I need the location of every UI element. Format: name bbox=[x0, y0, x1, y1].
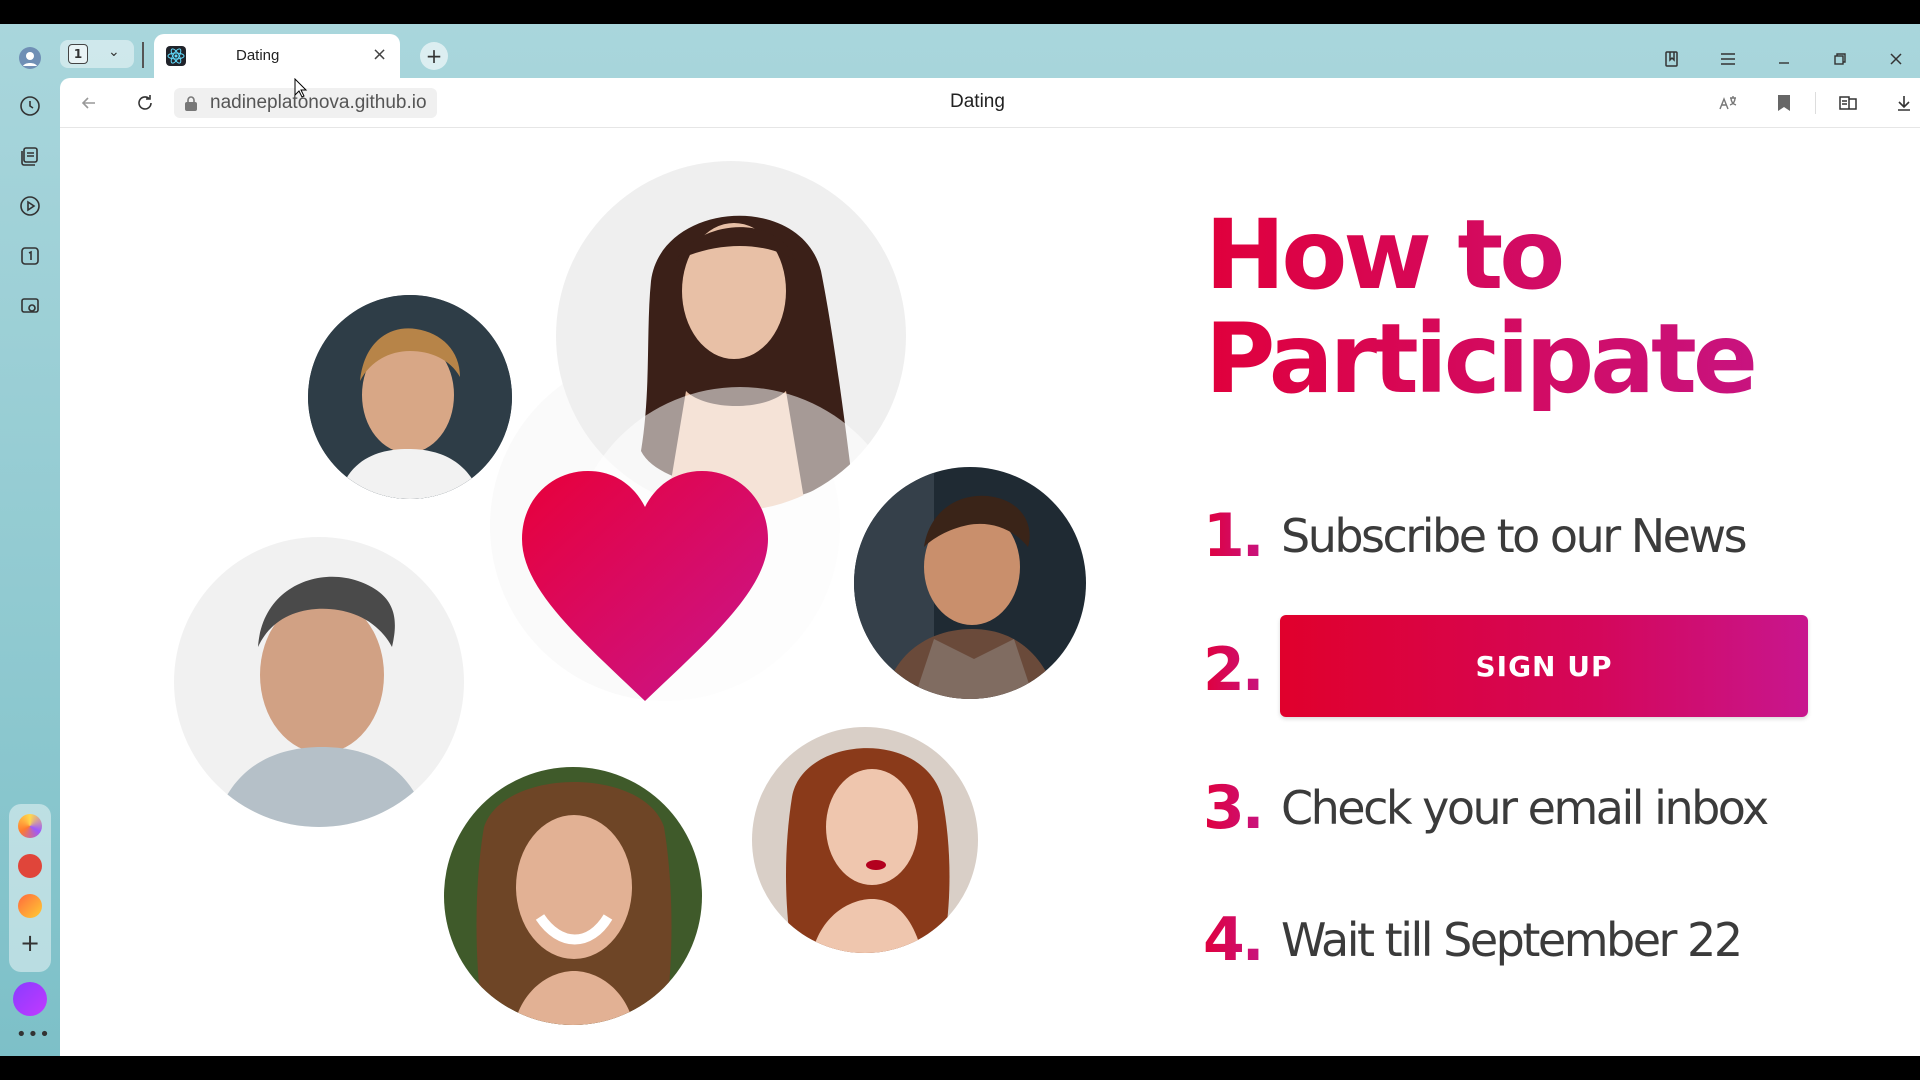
step-number: 2. bbox=[1203, 635, 1265, 705]
tab-one-icon[interactable] bbox=[14, 240, 46, 272]
close-window-icon[interactable] bbox=[1876, 44, 1916, 74]
mail-app-icon[interactable] bbox=[18, 894, 42, 918]
toolbar-divider bbox=[1815, 92, 1816, 114]
tab-group-button[interactable]: 1 ⌄ bbox=[60, 40, 134, 68]
react-favicon-icon bbox=[166, 46, 186, 66]
tab-divider bbox=[142, 42, 144, 68]
mouse-cursor-icon bbox=[294, 78, 308, 98]
step-number: 3. bbox=[1203, 773, 1265, 843]
profile-photo-woman-3 bbox=[752, 727, 978, 953]
headline-line-2: Participate bbox=[1205, 303, 1755, 415]
screenshot-icon[interactable] bbox=[14, 290, 46, 322]
profile-photo-woman-2 bbox=[444, 767, 702, 1025]
bookmark-icon[interactable] bbox=[1769, 88, 1799, 118]
more-icon[interactable]: ••• bbox=[16, 1024, 51, 1045]
headline: How to Participate bbox=[1205, 203, 1754, 411]
alice-assistant-icon[interactable] bbox=[13, 982, 47, 1016]
reload-icon[interactable] bbox=[130, 88, 160, 118]
step-number: 1. bbox=[1203, 501, 1265, 571]
tab-count-badge: 1 bbox=[68, 44, 88, 64]
step-text: Check your email inbox bbox=[1281, 781, 1769, 835]
page-content: How to Participate 1. Subscribe to our N… bbox=[60, 129, 1920, 1056]
collections-icon[interactable] bbox=[14, 140, 46, 172]
translate-icon[interactable] bbox=[1713, 88, 1743, 118]
page-title: Dating bbox=[950, 91, 1005, 112]
step-text: Subscribe to our News bbox=[1281, 509, 1748, 563]
address-bar: nadineplatonova.github.io Dating bbox=[60, 78, 1920, 128]
minimize-icon[interactable] bbox=[1764, 44, 1804, 74]
heart-icon bbox=[522, 471, 768, 701]
close-tab-icon[interactable]: × bbox=[372, 44, 387, 65]
new-tab-button[interactable]: + bbox=[420, 42, 448, 70]
history-icon[interactable] bbox=[14, 90, 46, 122]
back-arrow-icon[interactable] bbox=[74, 88, 104, 118]
bookmarks-panel-icon[interactable] bbox=[1652, 44, 1692, 74]
menu-icon[interactable] bbox=[1708, 44, 1748, 74]
download-icon[interactable] bbox=[1889, 88, 1919, 118]
screen-bottom-border bbox=[0, 1056, 1920, 1080]
step-number: 4. bbox=[1203, 905, 1265, 975]
sign-up-button[interactable]: SIGN UP bbox=[1280, 615, 1808, 717]
sidebar-apps-panel: + bbox=[9, 804, 51, 972]
add-app-icon[interactable]: + bbox=[19, 931, 41, 955]
profile-photo-man-2 bbox=[854, 467, 1086, 699]
profile-avatar-icon[interactable] bbox=[14, 42, 46, 74]
reader-icon[interactable] bbox=[1833, 88, 1863, 118]
lock-icon bbox=[185, 96, 197, 111]
translate-app-icon[interactable] bbox=[18, 854, 42, 878]
browser-sidebar: + ••• bbox=[0, 24, 60, 1056]
profile-photo-man-1 bbox=[308, 295, 512, 499]
headline-line-1: How to bbox=[1205, 199, 1562, 311]
tab-dating[interactable]: Dating × bbox=[154, 34, 400, 78]
step-text: Wait till September 22 bbox=[1281, 913, 1743, 967]
url-text: nadineplatonova.github.io bbox=[210, 92, 427, 113]
screen: + ••• 1 ⌄ Dating × + nadineplatonova.git… bbox=[0, 0, 1920, 1080]
chevron-down-icon: ⌄ bbox=[108, 44, 120, 60]
restore-icon[interactable] bbox=[1820, 44, 1860, 74]
browser-window: nadineplatonova.github.io Dating How to … bbox=[60, 78, 1920, 1056]
screen-top-border bbox=[0, 0, 1920, 24]
notes-app-icon[interactable] bbox=[18, 814, 42, 838]
tab-title: Dating bbox=[236, 47, 280, 64]
profile-photo-man-3 bbox=[174, 537, 464, 827]
step-2: 2. bbox=[1203, 635, 1283, 715]
play-icon[interactable] bbox=[14, 190, 46, 222]
tab-strip: 1 ⌄ Dating × + bbox=[60, 24, 1920, 78]
